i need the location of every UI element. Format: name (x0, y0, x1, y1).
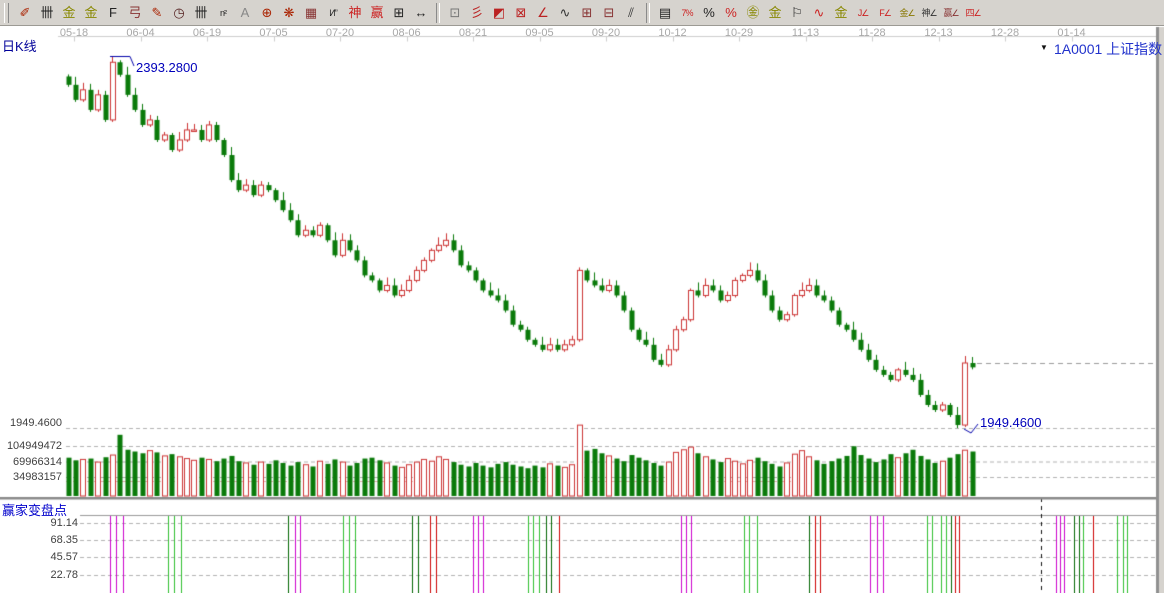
indicator-scale-label: 68.35 (50, 534, 78, 546)
ying-tool-icon[interactable]: 赢 (366, 3, 388, 23)
date-label: 01-14 (1057, 27, 1086, 39)
parallel-lines-icon[interactable]: ⫽ (620, 3, 642, 23)
price-min-label: 1949.4600 (10, 417, 62, 429)
fibonacci-f-icon[interactable]: F (102, 3, 124, 23)
symbol-code: 1A0001 (1054, 41, 1103, 57)
ruler-123-icon[interactable]: ⊞ (388, 3, 410, 23)
date-label: 05-18 (59, 27, 89, 39)
date-label: 08-21 (458, 27, 488, 39)
grid-arrow-icon[interactable]: ⊟ (598, 3, 620, 23)
wave-tool-icon[interactable]: ∿ (808, 3, 830, 23)
symbol-selector[interactable]: 1A0001 上证指数 (1054, 39, 1162, 59)
text-annotation-icon[interactable]: A (234, 3, 256, 23)
date-label: 06-19 (192, 27, 222, 39)
ying-trend-icon[interactable]: 赢∠ (940, 3, 962, 23)
shen-trend-icon[interactable]: 神∠ (918, 3, 940, 23)
toolbar-grip[interactable] (4, 2, 9, 23)
cross-box-icon[interactable]: ⊠ (510, 3, 532, 23)
date-label: 09-05 (525, 27, 554, 39)
percent-strike-icon[interactable]: 7% (676, 3, 698, 23)
golden-ratio-icon[interactable]: 金 (80, 3, 102, 23)
date-label: 12-13 (924, 27, 953, 39)
price-grid-icon[interactable]: ⊞ (576, 3, 598, 23)
percent-lines-icon[interactable]: % (720, 3, 742, 23)
volume-scale-label: 69966314 (13, 455, 62, 468)
width-measure-icon[interactable]: ↔ (410, 3, 432, 23)
n-square-icon[interactable]: n² (212, 3, 234, 23)
date-label: 07-05 (259, 27, 288, 39)
spiral-icon[interactable]: 弓 (124, 3, 146, 23)
j-trend-icon[interactable]: J∠ (852, 3, 874, 23)
golden-section-icon[interactable]: 金 (58, 3, 80, 23)
date-label: 06-04 (126, 27, 155, 39)
date-label: 10-12 (658, 27, 687, 39)
draw-brush-icon[interactable]: ✐ (14, 3, 36, 23)
compass-circle-icon[interactable]: ⊕ (256, 3, 278, 23)
pen-small-icon[interactable]: ✎ (146, 3, 168, 23)
gold-coin-icon[interactable]: ㊎ (742, 3, 764, 23)
zigzag-icon[interactable]: ∿ (554, 3, 576, 23)
toolbar-separator (646, 2, 650, 23)
date-label: 09-20 (591, 27, 621, 39)
shen-tool-icon[interactable]: 神 (344, 3, 366, 23)
si-trend-icon[interactable]: 四∠ (962, 3, 984, 23)
toolbar-separator (436, 2, 440, 23)
f-trend-icon[interactable]: F∠ (874, 3, 896, 23)
web-grid-icon[interactable]: ▦ (300, 3, 322, 23)
gold-char-icon[interactable]: 金 (830, 3, 852, 23)
gold-trend-icon[interactable]: 金∠ (896, 3, 918, 23)
date-label: 10-29 (724, 27, 754, 39)
indicator-scale-label: 22.78 (50, 569, 78, 581)
gann-grid-icon[interactable]: 卌 (190, 3, 212, 23)
flag-note-icon[interactable]: ⚐ (786, 3, 808, 23)
period-label[interactable]: 日K线 (2, 36, 37, 55)
angle-lines-icon[interactable]: ∠ (532, 3, 554, 23)
window-box-icon[interactable]: ⊡ (444, 3, 466, 23)
fan-lines-icon[interactable]: 彡 (466, 3, 488, 23)
date-label: 12-28 (990, 27, 1020, 39)
cycle-clock-icon[interactable]: ◷ (168, 3, 190, 23)
symbol-name: 上证指数 (1106, 41, 1163, 57)
gold-lines-icon[interactable]: 金 (764, 3, 786, 23)
chart-canvas[interactable] (0, 0, 1164, 593)
low-annotation: 1949.4600 (980, 415, 1042, 430)
symbol-dropdown-icon[interactable]: ▼ (1040, 43, 1048, 52)
volume-scale-label: 34983157 (13, 471, 62, 483)
date-label: 11-28 (858, 27, 886, 39)
star-burst-icon[interactable]: ❋ (278, 3, 300, 23)
date-label: 11-13 (791, 27, 820, 39)
percent-icon[interactable]: % (698, 3, 720, 23)
indicator-scale-label: 91.14 (50, 517, 78, 529)
k-mark-icon[interactable]: И” (322, 3, 344, 23)
volume-scale-label: 104949472 (6, 440, 62, 452)
toolbar: ✐ 卌金金 F 弓 ✎ ◷ 卌 n² A ⊕ ❋ ▦ И” 神赢 ⊞ ↔ ⊡ 彡 ◩ ⊠ ∠ ∿ ⊞ ⊟ ⫽ ▤ 7%%% ㊎金 ⚐ ∿ 金… (0, 0, 1164, 26)
fan-area-icon[interactable]: ◩ (488, 3, 510, 23)
high-annotation: 2393.2800 (136, 60, 198, 75)
grid-compress-icon[interactable]: 卌 (36, 3, 58, 23)
date-label: 07-20 (325, 27, 355, 39)
indicator-scale-label: 45.57 (50, 551, 78, 563)
date-label: 08-06 (392, 27, 421, 39)
volume-ladder-icon[interactable]: ▤ (654, 3, 676, 23)
